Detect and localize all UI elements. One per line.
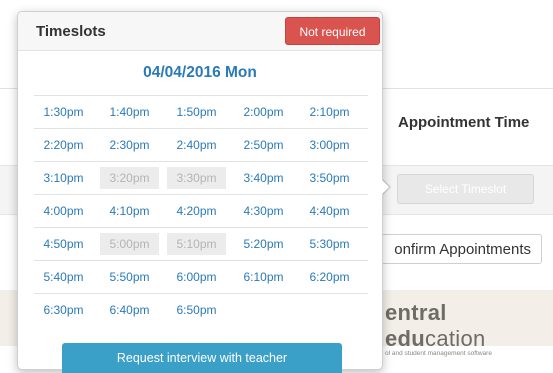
timeslot-option[interactable]: 4:00pm	[34, 200, 93, 222]
timeslot-unavailable: 3:30pm	[167, 167, 226, 189]
timeslot-option[interactable]: 2:40pm	[167, 134, 226, 156]
request-interview-button[interactable]: Request interview with teacher	[62, 343, 342, 373]
timeslot-option[interactable]: 6:20pm	[300, 266, 359, 288]
timeslot-option[interactable]: 6:50pm	[167, 299, 226, 321]
timeslot-option[interactable]: 5:30pm	[300, 233, 359, 255]
timeslot-option[interactable]: 4:30pm	[234, 200, 293, 222]
timeslot-option[interactable]: 2:30pm	[100, 134, 159, 156]
timeslot-option[interactable]: 1:50pm	[167, 101, 226, 123]
timeslot-option[interactable]: 2:10pm	[300, 101, 359, 123]
timeslot-unavailable: 3:20pm	[100, 167, 159, 189]
central-education-logo: entral education ol and student manageme…	[385, 300, 553, 357]
timeslot-option[interactable]: 6:40pm	[100, 299, 159, 321]
timeslot-option[interactable]: 3:10pm	[34, 167, 93, 189]
timeslot-option[interactable]: 5:20pm	[234, 233, 293, 255]
timeslot-row: 6:30pm 6:40pm 6:50pm	[34, 293, 368, 326]
logo-text: entral education	[385, 300, 553, 352]
timeslot-row: 1:30pm 1:40pm 1:50pm 2:00pm 2:10pm	[34, 95, 368, 128]
timeslot-option[interactable]: 3:40pm	[234, 167, 293, 189]
timeslot-option[interactable]: 6:30pm	[34, 299, 93, 321]
timeslot-option[interactable]: 4:20pm	[167, 200, 226, 222]
timeslot-option[interactable]: 1:30pm	[34, 101, 93, 123]
timeslot-option[interactable]: 6:00pm	[167, 266, 226, 288]
popover-header: Timeslots Not required	[18, 12, 382, 51]
timeslot-option[interactable]: 4:40pm	[300, 200, 359, 222]
timeslot-option[interactable]: 3:50pm	[300, 167, 359, 189]
timeslot-option[interactable]: 2:20pm	[34, 134, 93, 156]
appointment-time-heading: Appointment Time	[398, 114, 530, 131]
not-required-button[interactable]: Not required	[285, 17, 380, 45]
timeslot-option[interactable]: 1:40pm	[100, 101, 159, 123]
timeslot-option[interactable]: 2:00pm	[234, 101, 293, 123]
timeslot-row: 4:50pm 5:00pm 5:10pm 5:20pm 5:30pm	[34, 227, 368, 260]
confirm-appointments-button[interactable]: onfirm Appointments	[360, 234, 542, 264]
timeslot-grid: 1:30pm 1:40pm 1:50pm 2:00pm 2:10pm 2:20pm 2:30…	[34, 95, 368, 326]
timeslot-option[interactable]: 2:50pm	[234, 134, 293, 156]
timeslots-popover: Timeslots Not required 04/04/2016 Mon 1:…	[17, 11, 383, 373]
logo-text-light: cation	[425, 326, 486, 351]
timeslot-row: 4:00pm 4:10pm 4:20pm 4:30pm 4:40pm	[34, 194, 368, 227]
select-timeslot-button[interactable]: Select Timeslot	[397, 174, 534, 204]
popover-arrow-inner	[381, 179, 389, 195]
timeslot-option[interactable]: 6:10pm	[234, 266, 293, 288]
timeslot-row: 5:40pm 5:50pm 6:00pm 6:10pm 6:20pm	[34, 260, 368, 293]
timeslot-option[interactable]: 5:50pm	[100, 266, 159, 288]
timeslot-option[interactable]: 3:00pm	[300, 134, 359, 156]
timeslot-row: 2:20pm 2:30pm 2:40pm 2:50pm 3:00pm	[34, 128, 368, 161]
timeslot-unavailable: 5:10pm	[167, 233, 226, 255]
timeslot-unavailable: 5:00pm	[100, 233, 159, 255]
date-heading: 04/04/2016 Mon	[143, 64, 257, 81]
timeslot-row: 3:10pm 3:20pm 3:30pm 3:40pm 3:50pm	[34, 161, 368, 194]
timeslot-option[interactable]: 4:50pm	[34, 233, 93, 255]
popover-title: Timeslots	[36, 23, 106, 40]
logo-tagline: ol and student management software	[385, 350, 492, 357]
timeslot-option[interactable]: 5:40pm	[34, 266, 93, 288]
timeslot-option[interactable]: 4:10pm	[100, 200, 159, 222]
